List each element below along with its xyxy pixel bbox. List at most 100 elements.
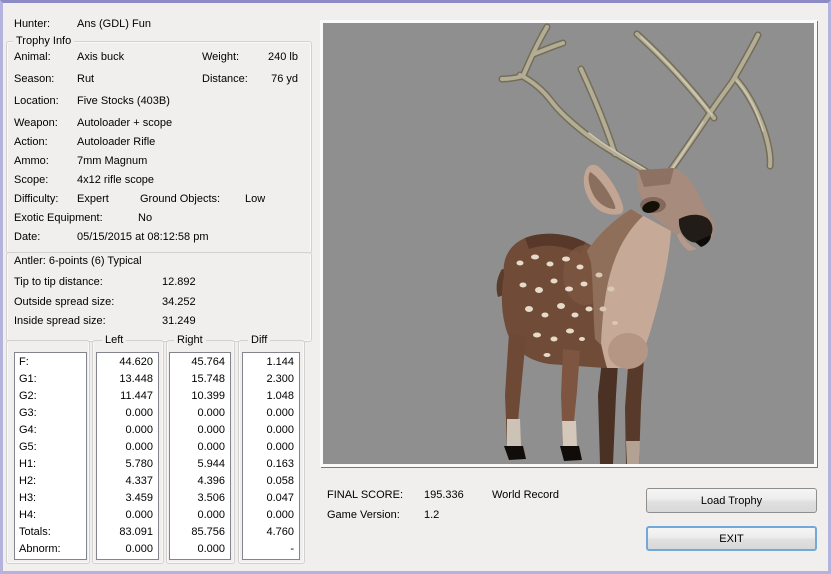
trophy-info-caption: Trophy Info — [13, 35, 75, 48]
trophy-viewer-window: Hunter: Ans (GDL) Fun Trophy Info Animal… — [0, 0, 831, 574]
diff-value: 0.000 — [266, 407, 294, 419]
left-value: 0.000 — [125, 543, 153, 555]
load-trophy-button[interactable]: Load Trophy — [646, 488, 817, 513]
weapon-value: Autoloader + scope — [77, 117, 173, 129]
diff-value: 0.000 — [266, 509, 294, 521]
row-label: H1: — [19, 458, 37, 470]
measurement-labels-list[interactable]: F: G1: G2: G3: G4: G5: H1: H2: H3: H4: T… — [14, 352, 87, 560]
left-value: 4.337 — [125, 475, 153, 487]
tip-to-tip-label: Tip to tip distance: — [14, 276, 103, 288]
scope-value: 4x12 rifle scope — [77, 174, 155, 186]
final-score-label: FINAL SCORE: — [327, 489, 403, 501]
exotic-value: No — [138, 212, 153, 224]
outside-spread-label: Outside spread size: — [14, 296, 115, 308]
row-label: Totals: — [19, 526, 51, 538]
game-version-label: Game Version: — [327, 509, 400, 521]
right-value: 10.399 — [191, 390, 225, 402]
left-value: 5.780 — [125, 458, 153, 470]
antler-line: Antler: 6-points (6) Typical — [14, 255, 142, 267]
diff-value: 0.000 — [266, 424, 294, 436]
left-value: 13.448 — [119, 373, 153, 385]
row-label: G4: — [19, 424, 37, 436]
final-score-rank: World Record — [492, 489, 560, 501]
row-label: H4: — [19, 509, 37, 521]
right-column-header: Right — [174, 334, 206, 347]
location-value: Five Stocks (403B) — [77, 95, 170, 107]
right-value: 0.000 — [197, 424, 225, 436]
left-value: 0.000 — [125, 441, 153, 453]
right-value: 0.000 — [197, 441, 225, 453]
exit-button[interactable]: EXIT — [646, 526, 817, 551]
right-value: 15.748 — [191, 373, 225, 385]
left-value: 11.447 — [120, 390, 153, 402]
left-value: 44.620 — [119, 356, 153, 368]
antlers — [498, 23, 774, 184]
diff-column-header: Diff — [248, 334, 271, 347]
game-version-value: 1.2 — [424, 509, 440, 521]
diff-value: 2.300 — [266, 373, 294, 385]
right-value: 5.944 — [197, 458, 225, 470]
distance-value: 76 yd — [271, 73, 298, 85]
diff-value: 0.047 — [266, 492, 294, 504]
row-label: G5: — [19, 441, 37, 453]
difficulty-label: Difficulty: — [14, 193, 59, 205]
row-label: G3: — [19, 407, 37, 419]
diff-values-list[interactable]: 1.144 2.300 1.048 0.000 0.000 0.000 0.16… — [242, 352, 300, 560]
hunter-label: Hunter: — [14, 18, 51, 30]
right-value: 0.000 — [197, 407, 225, 419]
left-value: 3.459 — [125, 492, 153, 504]
animal-value: Axis buck — [77, 51, 125, 63]
location-label: Location: — [14, 95, 59, 107]
inside-spread-label: Inside spread size: — [14, 315, 106, 327]
weapon-label: Weapon: — [14, 117, 58, 129]
row-label: G2: — [19, 390, 37, 402]
deer-ear — [583, 164, 624, 215]
final-score-value: 195.336 — [424, 489, 464, 501]
diff-value: 0.058 — [266, 475, 294, 487]
diff-value: 4.760 — [266, 526, 294, 538]
row-label: H2: — [19, 475, 37, 487]
row-label: H3: — [19, 492, 37, 504]
right-value: 45.764 — [191, 356, 225, 368]
row-label: F: — [19, 356, 29, 368]
animal-label: Animal: — [14, 51, 51, 63]
trophy-3d-viewport[interactable] — [320, 20, 817, 467]
ammo-label: Ammo: — [14, 155, 49, 167]
right-value: 0.000 — [197, 543, 225, 555]
left-column-header: Left — [102, 334, 127, 347]
diff-value: 1.048 — [266, 390, 294, 402]
diff-value: 1.144 — [266, 356, 294, 368]
left-value: 0.000 — [125, 509, 153, 521]
season-value: Rut — [77, 73, 95, 85]
diff-value: 0.000 — [266, 441, 294, 453]
scope-label: Scope: — [14, 174, 49, 186]
ammo-value: 7mm Magnum — [77, 155, 148, 167]
hunter-value: Ans (GDL) Fun — [77, 18, 151, 30]
right-value: 0.000 — [197, 509, 225, 521]
diff-value: - — [290, 543, 294, 555]
difficulty-value: Expert — [77, 193, 109, 205]
outside-spread-value: 34.252 — [162, 296, 196, 308]
left-values-list[interactable]: 44.620 13.448 11.447 0.000 0.000 0.000 5… — [96, 352, 159, 560]
left-value: 0.000 — [125, 424, 153, 436]
action-label: Action: — [14, 136, 48, 148]
right-value: 85.756 — [191, 526, 225, 538]
tip-to-tip-value: 12.892 — [162, 276, 196, 288]
row-label: Abnorm: — [19, 543, 61, 555]
weight-value: 240 lb — [268, 51, 298, 63]
exotic-label: Exotic Equipment: — [14, 212, 103, 224]
right-value: 4.396 — [197, 475, 225, 487]
right-values-list[interactable]: 45.764 15.748 10.399 0.000 0.000 0.000 5… — [169, 352, 231, 560]
ground-objects-label: Ground Objects: — [140, 193, 221, 205]
season-label: Season: — [14, 73, 55, 85]
date-value: 05/15/2015 at 08:12:58 pm — [77, 231, 209, 243]
diff-value: 0.163 — [266, 458, 294, 470]
inside-spread-value: 31.249 — [162, 315, 196, 327]
ground-objects-value: Low — [245, 193, 266, 205]
action-value: Autoloader Rifle — [77, 136, 156, 148]
left-value: 0.000 — [125, 407, 153, 419]
left-value: 83.091 — [119, 526, 153, 538]
right-value: 3.506 — [197, 492, 225, 504]
weight-label: Weight: — [202, 51, 240, 63]
axis-buck-render — [496, 23, 774, 464]
